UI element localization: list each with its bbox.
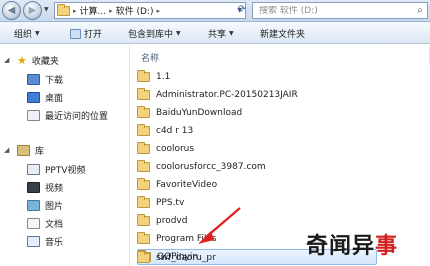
sidebar-libraries-header[interactable]: ◢ 库 — [4, 142, 44, 158]
sidebar-libraries-label: 库 — [35, 146, 45, 157]
folder-icon — [137, 106, 150, 118]
pptv-icon — [27, 163, 40, 175]
column-header-name[interactable]: 名称 — [131, 45, 430, 65]
watermark-text: 奇闻异 — [306, 234, 376, 259]
folder-name: PPS.tv — [156, 198, 185, 208]
folder-icon — [137, 142, 150, 154]
folder-name: c4d r 13 — [156, 126, 194, 136]
documents-icon — [27, 217, 40, 229]
folder-icon — [137, 251, 150, 263]
open-label: 打开 — [84, 30, 103, 40]
list-item[interactable]: prodvd — [137, 213, 377, 229]
folder-icon — [137, 196, 150, 208]
back-button[interactable]: ◀ — [2, 1, 21, 20]
library-icon — [17, 144, 30, 156]
music-icon — [27, 235, 40, 247]
list-item[interactable]: 1.1 — [137, 69, 377, 85]
video-icon — [27, 181, 40, 193]
folder-name: Program Files — [156, 234, 217, 244]
sidebar-item-videos[interactable]: 视频 — [27, 179, 63, 195]
organize-button[interactable]: 组织 ▼ — [14, 27, 40, 40]
new-folder-label: 新建文件夹 — [260, 30, 306, 40]
open-button[interactable]: 打开 — [70, 27, 102, 40]
breadcrumb-separator-icon[interactable]: ▸ — [73, 7, 77, 15]
folder-name: coolorus — [156, 144, 195, 154]
include-in-library-label: 包含到库中 — [128, 30, 174, 40]
chevron-down-icon: ▼ — [229, 30, 234, 37]
desktop-icon — [27, 91, 40, 103]
collapse-triangle-icon[interactable]: ◢ — [4, 146, 12, 154]
folder-icon — [137, 70, 150, 82]
organize-label: 组织 — [14, 30, 33, 40]
sidebar-item-label: 最近访问的位置 — [45, 111, 109, 122]
folder-name: BaiduYunDownload — [156, 108, 243, 118]
navigation-pane: ◢ ★ 收藏夹 下载 桌面 最近访问的位置 ◢ 库 PPTV视频 视频 图片 文… — [0, 45, 130, 266]
folder-icon — [137, 88, 150, 100]
folder-icon — [137, 232, 150, 244]
breadcrumb-separator-icon[interactable]: ▸ — [156, 7, 160, 15]
folder-icon — [137, 124, 150, 136]
search-box[interactable]: ⌕ — [252, 2, 428, 19]
breadcrumb-computer[interactable]: 计算... — [80, 4, 107, 17]
folder-name: swf_daoru_pr — [156, 253, 216, 263]
breadcrumb[interactable]: ▸ 计算... ▸ 软件 (D:) ▸ ▼ — [54, 2, 246, 19]
refresh-icon[interactable]: ⟳ — [236, 4, 248, 16]
include-in-library-button[interactable]: 包含到库中 ▼ — [128, 27, 181, 40]
forward-button[interactable]: ▶ — [23, 1, 42, 20]
pictures-icon — [27, 199, 40, 211]
folder-icon — [137, 214, 150, 226]
list-item[interactable]: coolorus — [137, 141, 377, 157]
list-item[interactable]: coolorusforcc_3987.com — [137, 159, 377, 175]
chevron-down-icon: ▼ — [176, 30, 181, 37]
folder-name: Administrator.PC-20150213JAIR — [156, 90, 298, 100]
sidebar-item-label: 图片 — [45, 201, 64, 212]
sidebar-item-documents[interactable]: 文档 — [27, 215, 63, 231]
search-icon[interactable]: ⌕ — [413, 5, 427, 16]
sidebar-item-label: 视频 — [45, 183, 64, 194]
share-button[interactable]: 共享 ▼ — [208, 27, 234, 40]
sidebar-item-pictures[interactable]: 图片 — [27, 197, 63, 213]
sidebar-favorites-header[interactable]: ◢ ★ 收藏夹 — [4, 52, 59, 68]
folder-icon — [57, 3, 70, 16]
search-input[interactable] — [259, 5, 399, 16]
open-icon — [70, 28, 81, 39]
share-label: 共享 — [208, 30, 227, 40]
collapse-triangle-icon[interactable]: ◢ — [4, 56, 12, 64]
sidebar-item-pptv[interactable]: PPTV视频 — [27, 161, 86, 177]
sidebar-item-label: PPTV视频 — [45, 165, 86, 176]
address-bar-row: ◀ ▶ ▼ ▸ 计算... ▸ 软件 (D:) ▸ ▼ ⟳ ⌕ — [0, 0, 430, 22]
watermark-logo: 奇闻异事 — [306, 228, 424, 260]
folder-name: coolorusforcc_3987.com — [156, 162, 266, 172]
downloads-icon — [27, 73, 40, 85]
sidebar-favorites-label: 收藏夹 — [31, 56, 59, 67]
list-item[interactable]: c4d r 13 — [137, 123, 377, 139]
list-item[interactable]: FavoriteVideo — [137, 177, 377, 193]
chevron-down-icon: ▼ — [35, 30, 40, 37]
list-item[interactable]: BaiduYunDownload — [137, 105, 377, 121]
breadcrumb-separator-icon[interactable]: ▸ — [109, 7, 113, 15]
sidebar-item-desktop[interactable]: 桌面 — [27, 89, 63, 105]
folder-icon — [137, 160, 150, 172]
folder-name: FavoriteVideo — [156, 180, 218, 190]
folder-name: prodvd — [156, 216, 188, 226]
sidebar-item-downloads[interactable]: 下载 — [27, 71, 63, 87]
list-item[interactable]: PPS.tv — [137, 195, 377, 211]
list-item[interactable]: Administrator.PC-20150213JAIR — [137, 87, 377, 103]
watermark-text-accent: 事 — [375, 234, 399, 259]
sidebar-item-music[interactable]: 音乐 — [27, 233, 63, 249]
folder-name: 1.1 — [156, 72, 171, 82]
sidebar-item-recent-places[interactable]: 最近访问的位置 — [27, 107, 108, 123]
column-header-label: 名称 — [141, 54, 160, 64]
sidebar-item-label: 桌面 — [45, 93, 64, 104]
folder-icon — [137, 178, 150, 190]
sidebar-item-label: 音乐 — [45, 237, 64, 248]
command-bar: 组织 ▼ 打开 包含到库中 ▼ 共享 ▼ 新建文件夹 — [0, 22, 430, 44]
sidebar-item-label: 文档 — [45, 219, 64, 230]
sidebar-item-label: 下载 — [45, 75, 64, 86]
star-icon: ★ — [17, 53, 27, 67]
history-dropdown-icon[interactable]: ▼ — [44, 6, 50, 14]
breadcrumb-drive-d[interactable]: 软件 (D:) — [116, 4, 154, 17]
new-folder-button[interactable]: 新建文件夹 — [260, 27, 305, 40]
recent-places-icon — [27, 109, 40, 121]
